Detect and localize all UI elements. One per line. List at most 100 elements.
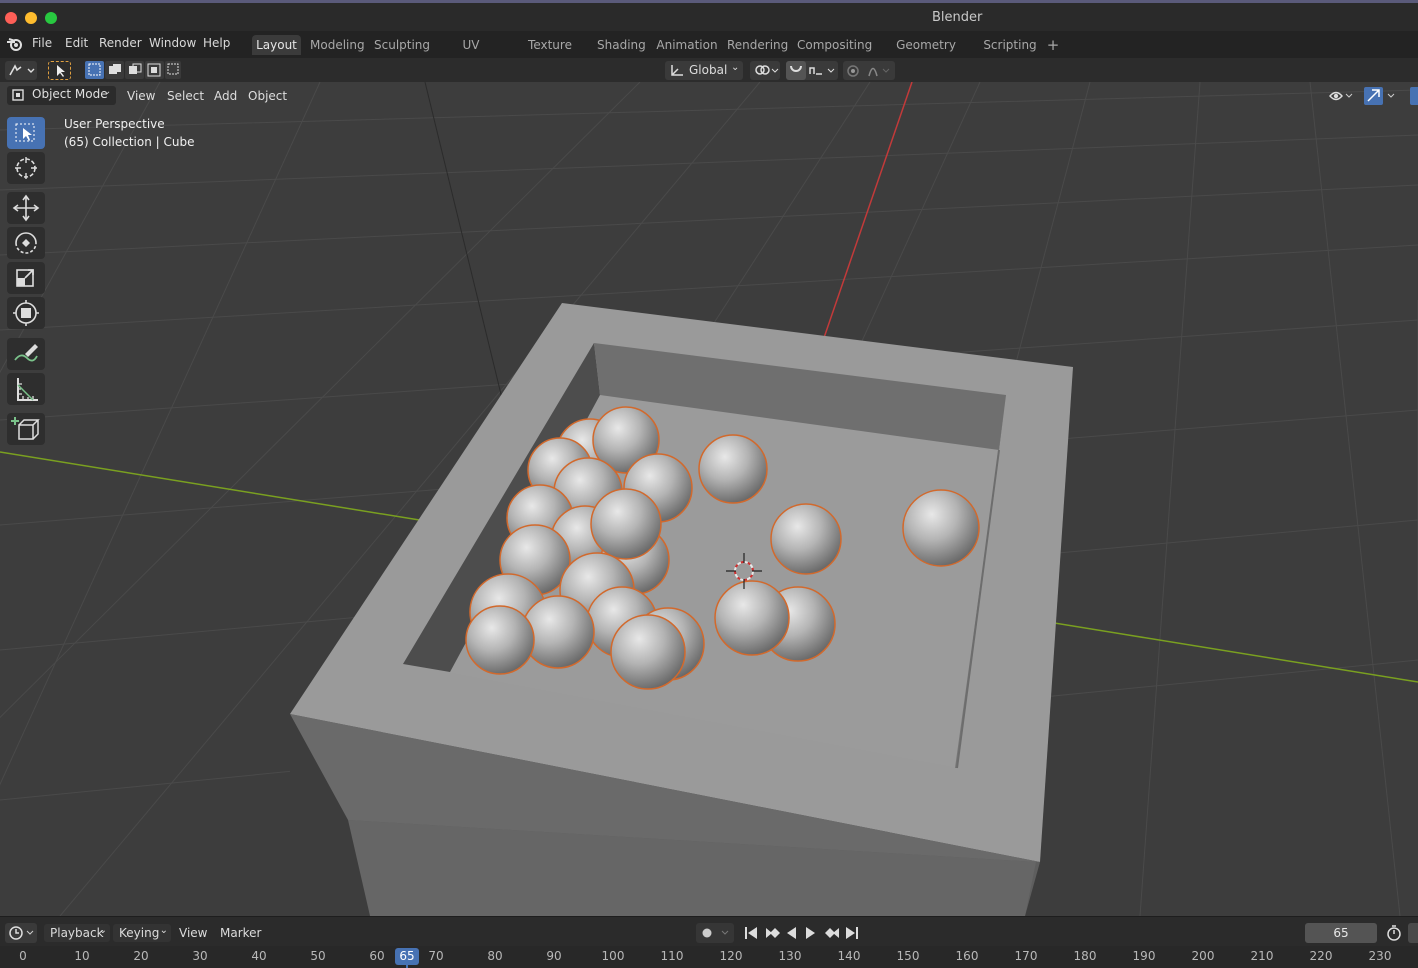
tab-scripting[interactable]: Scripting [983,35,1037,55]
move-icon [12,194,40,222]
title-bar: Blender [0,0,1418,31]
play-icon [806,927,815,939]
chevron-down-icon: ⌄ [103,86,112,97]
timeline-tick: 120 [719,949,743,963]
scale-tool[interactable] [7,262,45,294]
clock-icon [9,926,34,940]
timeline-editor-type-dropdown[interactable] [5,923,37,943]
cursor-icon [15,157,37,179]
transform-icon [13,300,39,326]
current-frame-field[interactable]: 65 [1305,923,1377,943]
tab-sculpting[interactable]: Sculpting [374,35,430,55]
object-mode-label: Object Mode [32,87,108,101]
tab-compositing[interactable]: Compositing [797,35,872,55]
menu-window[interactable]: Window [149,36,196,50]
move-tool[interactable] [7,192,45,224]
playback-dropdown[interactable]: Playback ⌄ [44,924,110,942]
tab-shading[interactable]: Shading [597,35,646,55]
top-menu-bar: File Edit Render Window Help Layout Mode… [0,31,1418,72]
tab-geometry-nodes[interactable]: Geometry Nodes [878,35,974,72]
maximize-window-button[interactable] [45,12,57,24]
tab-animation[interactable]: Animation [656,35,718,55]
snap-magnet-icon [786,61,835,80]
snap-dropdown[interactable] [786,61,838,80]
menu-render[interactable]: Render [99,36,142,50]
timeline-tick: 30 [192,949,208,963]
add-cube-icon [11,417,40,440]
viewport-menu-add[interactable]: Add [214,87,237,105]
add-cube-tool[interactable] [7,413,45,445]
chevron-down-icon: ⌄ [731,62,740,73]
minimize-window-button[interactable] [25,12,37,24]
pointer-icon [57,65,65,77]
proportional-editing-dropdown[interactable] [843,61,895,80]
transform-orientation-value: Global [689,63,728,77]
jump-start-icon [745,927,757,939]
timeline-menu-marker[interactable]: Marker [220,924,261,942]
viewport-scene[interactable] [0,81,1418,917]
menu-edit[interactable]: Edit [65,36,88,50]
timeline-tick: 60 [369,949,385,963]
viewport-visibility-controls[interactable] [1326,86,1418,106]
object-mode-icon [12,89,24,101]
rotate-tool[interactable] [7,227,45,259]
menu-help[interactable]: Help [203,36,230,50]
keying-dropdown[interactable]: Keying ⌄ [113,924,171,942]
menu-file[interactable]: File [32,36,52,50]
viewport-menu-object[interactable]: Object [248,87,287,105]
window-title: Blender [932,10,983,25]
timeline-tick: 150 [896,949,920,963]
close-window-button[interactable] [5,12,17,24]
viewport-menu-view[interactable]: View [127,87,155,105]
timeline-tick: 130 [778,949,802,963]
timeline-tick: 190 [1132,949,1156,963]
transform-tool[interactable] [7,297,45,329]
select-box-tool[interactable] [7,117,45,149]
measure-tool[interactable] [7,373,45,405]
tab-rendering[interactable]: Rendering [727,35,788,55]
add-workspace-button[interactable]: + [1044,35,1062,55]
blender-logo-icon[interactable] [6,36,24,52]
pivot-point-dropdown[interactable] [750,61,780,80]
annotate-icon [14,344,38,362]
timeline-tick: 10 [74,949,90,963]
auto-keying-toggle[interactable] [696,923,734,943]
rotate-icon [15,232,37,254]
timeline-header: Playback ⌄ Keying ⌄ View Marker 65 [0,916,1418,947]
playback-label: Playback [50,926,104,940]
3d-viewport[interactable] [0,81,1418,917]
cursor-tool[interactable] [7,152,45,184]
selection-mode-icons[interactable] [85,61,181,79]
tab-texture-paint[interactable]: Texture Paint [512,35,588,72]
stopwatch-icon[interactable] [1385,924,1405,942]
play-reverse-icon [787,927,796,939]
annotate-tool[interactable] [7,338,45,370]
timeline-ruler[interactable]: 0 10 20 30 40 50 60 70 80 90 100 110 120… [0,946,1418,968]
timeline-tick: 170 [1014,949,1038,963]
timeline-tick: 110 [660,949,684,963]
object-mode-dropdown[interactable]: Object Mode ⌄ [7,86,116,105]
orientation-axes-icon [671,65,683,76]
record-icon [702,928,729,938]
jump-end-icon [846,927,858,939]
proportional-edit-icon [847,65,890,77]
select-tool-indicator[interactable] [48,61,71,80]
chevron-down-icon: ⌄ [159,925,168,936]
tab-layout[interactable]: Layout [252,35,301,55]
tab-modeling[interactable]: Modeling [310,35,365,55]
transform-orientation-dropdown[interactable]: Global ⌄ [665,61,743,80]
viewport-menu-select[interactable]: Select [167,87,204,105]
frame-range-field[interactable] [1408,923,1418,943]
playback-controls[interactable] [742,924,862,942]
pivot-link-icon [755,65,779,75]
timeline-tick: 220 [1309,949,1333,963]
timeline-tick: 40 [251,949,267,963]
timeline-tick: 0 [19,949,27,963]
tab-uv-editing[interactable]: UV Editing [441,35,501,72]
timeline-tick: 210 [1250,949,1274,963]
playhead-frame-badge[interactable]: 65 [395,948,419,965]
timeline-tick: 20 [133,949,149,963]
editor-type-dropdown[interactable] [5,61,37,80]
timeline-tick: 160 [955,949,979,963]
timeline-menu-view[interactable]: View [179,924,207,942]
